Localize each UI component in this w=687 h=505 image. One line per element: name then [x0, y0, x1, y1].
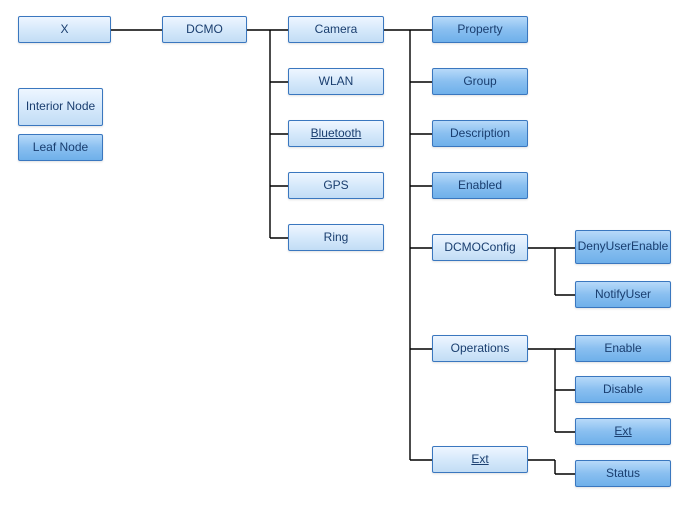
node-x: X	[18, 16, 111, 43]
node-ring: Ring	[288, 224, 384, 251]
node-camera: Camera	[288, 16, 384, 43]
legend-leaf-node: Leaf Node	[18, 134, 103, 161]
node-dcmoconfig: DCMOConfig	[432, 234, 528, 261]
legend-interior-node: Interior Node	[18, 88, 103, 126]
diagram-canvas: Interior Node Leaf Node X DCMO Camera WL…	[0, 0, 687, 505]
node-description: Description	[432, 120, 528, 147]
node-bluetooth: Bluetooth	[288, 120, 384, 147]
node-property: Property	[432, 16, 528, 43]
node-gps: GPS	[288, 172, 384, 199]
node-op-disable: Disable	[575, 376, 671, 403]
node-enabled: Enabled	[432, 172, 528, 199]
node-operations: Operations	[432, 335, 528, 362]
node-op-enable: Enable	[575, 335, 671, 362]
node-status: Status	[575, 460, 671, 487]
node-wlan: WLAN	[288, 68, 384, 95]
node-notifyuser: NotifyUser	[575, 281, 671, 308]
node-ext-parent: Ext	[432, 446, 528, 473]
node-op-ext: Ext	[575, 418, 671, 445]
node-denyuserenable: DenyUserEnable	[575, 230, 671, 264]
node-dcmo: DCMO	[162, 16, 247, 43]
node-group: Group	[432, 68, 528, 95]
